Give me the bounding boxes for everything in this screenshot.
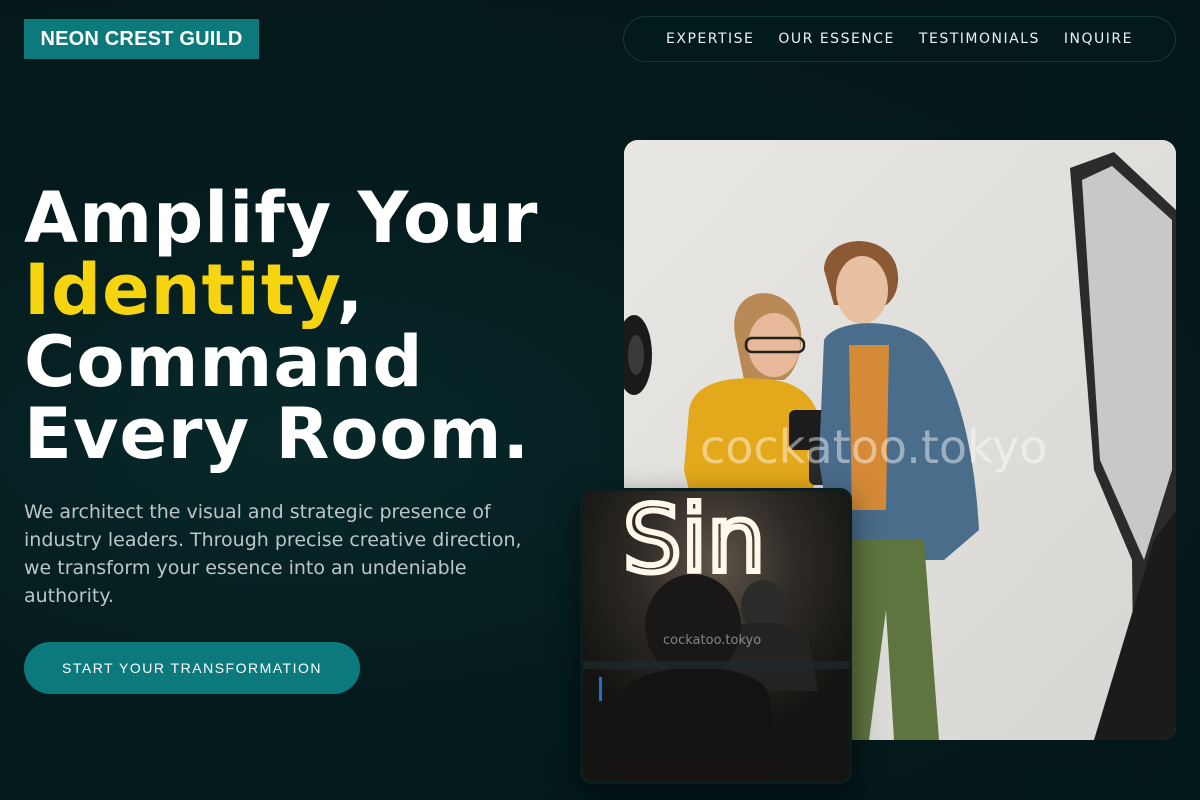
headline-comma: , — [336, 249, 365, 331]
hero-headline: Amplify Your Identity, Command Every Roo… — [24, 182, 584, 470]
headline-accent-word: Identity — [24, 249, 337, 331]
nav-link-inquire[interactable]: INQUIRE — [1064, 31, 1133, 47]
nav-link-our-essence[interactable]: OUR ESSENCE — [778, 31, 895, 47]
start-transformation-button[interactable]: START YOUR TRANSFORMATION — [24, 642, 360, 694]
headline-line-4: Every Room. — [24, 393, 531, 475]
nav-link-expertise[interactable]: EXPERTISE — [666, 31, 754, 47]
hero-inset-photo: Sin cockatoo.tokyo — [580, 488, 852, 784]
hero-subtext: We architect the visual and strategic pr… — [24, 501, 522, 607]
headline-line-1: Amplify Your — [24, 177, 539, 259]
photo-watermark: cockatoo.tokyo — [700, 420, 1048, 474]
main-nav: EXPERTISE OUR ESSENCE TESTIMONIALS INQUI… — [623, 16, 1176, 62]
inset-watermark: cockatoo.tokyo — [663, 633, 762, 648]
headline-line-3: Command — [24, 321, 424, 403]
brand-logo[interactable]: NEON CREST GUILD — [24, 19, 259, 59]
nav-link-testimonials[interactable]: TESTIMONIALS — [919, 31, 1040, 47]
